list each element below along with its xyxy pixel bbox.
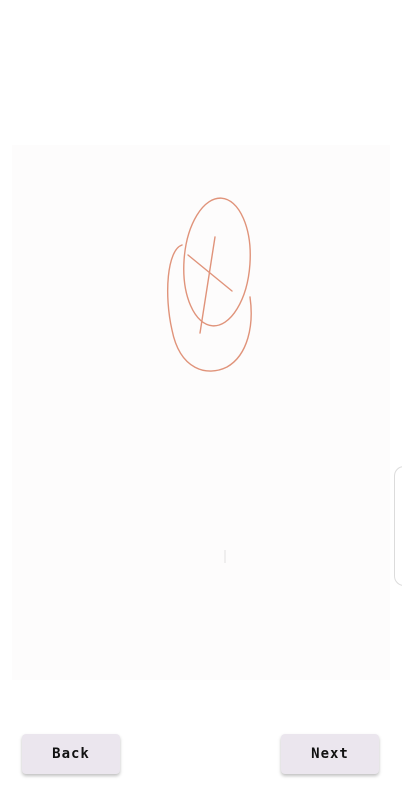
drawing-canvas — [12, 145, 390, 680]
back-button[interactable]: Back — [22, 734, 120, 774]
next-button[interactable]: Next — [281, 734, 379, 774]
guideline-vertical — [199, 236, 216, 334]
sketch-drawing — [167, 197, 252, 563]
side-drawer-handle[interactable] — [394, 466, 402, 586]
head-outline — [183, 197, 251, 327]
tutorial-screen: Back Next — [0, 0, 402, 800]
face-outline — [167, 244, 252, 372]
